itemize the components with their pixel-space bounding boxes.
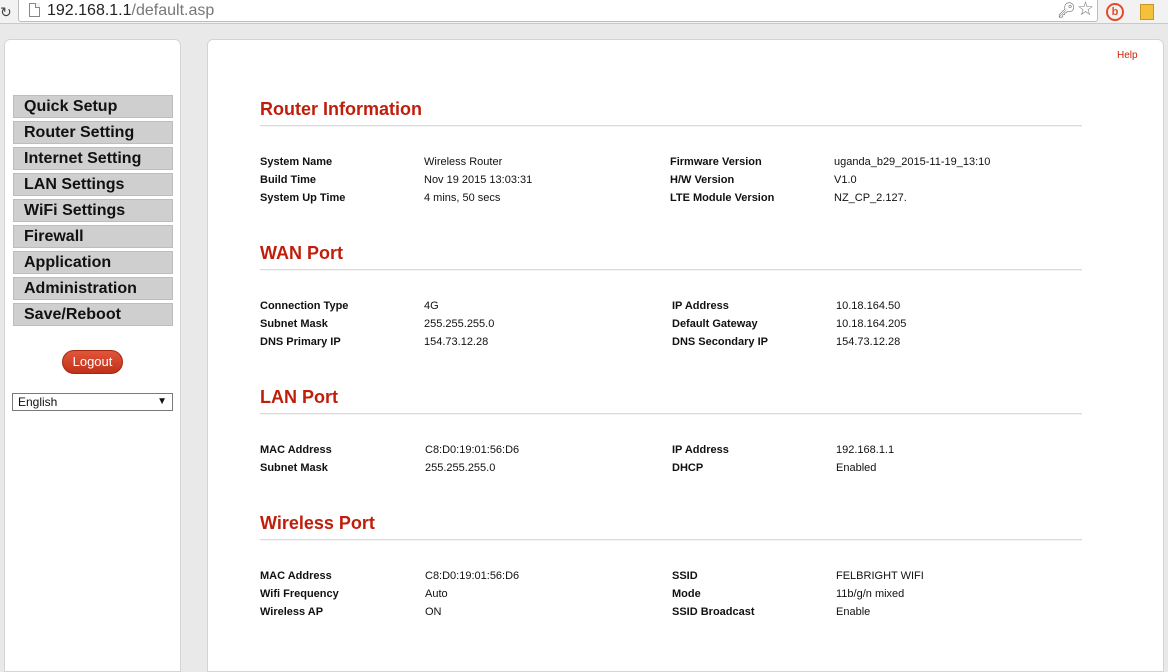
info-value: 10.18.164.50: [836, 300, 901, 312]
help-link[interactable]: Help: [1117, 50, 1138, 61]
info-value: ON: [425, 606, 442, 618]
info-label: SSID: [672, 570, 698, 582]
browser-toolbar: ↻ 192.168.1.1/default.asp 🔑︎ ☆ b: [0, 0, 1168, 24]
info-label: DNS Secondary IP: [672, 336, 768, 348]
section-title-wan-port: WAN Port: [260, 243, 343, 263]
url-path: /default.asp: [131, 2, 215, 19]
info-label: Wifi Frequency: [260, 588, 339, 600]
logout-button[interactable]: Logout: [62, 350, 123, 374]
info-value: 11b/g/n mixed: [836, 588, 905, 600]
sidebar-item-application[interactable]: Application: [13, 251, 173, 274]
info-label: DHCP: [672, 462, 704, 474]
sidebar-item-firewall[interactable]: Firewall: [13, 225, 173, 248]
info-label: MAC Address: [260, 444, 332, 456]
info-value: V1.0: [834, 174, 857, 186]
sidebar-item-save-reboot[interactable]: Save/Reboot: [13, 303, 173, 326]
info-label: Mode: [672, 588, 701, 600]
info-value: C8:D0:19:01:56:D6: [425, 444, 520, 456]
info-label: System Name: [260, 156, 333, 168]
extension-note-icon[interactable]: [1140, 4, 1154, 20]
info-value: FELBRIGHT WIFI: [836, 570, 924, 582]
info-label: IP Address: [672, 300, 729, 312]
info-value: Enabled: [836, 462, 877, 474]
key-icon[interactable]: 🔑︎: [1057, 2, 1076, 20]
info-value: 4G: [424, 300, 439, 312]
info-label: Build Time: [260, 174, 317, 186]
info-value: 255.255.255.0: [424, 318, 495, 330]
section-divider: [260, 539, 1082, 541]
sidebar: Quick Setup Router Setting Internet Sett…: [4, 39, 181, 672]
info-label: SSID Broadcast: [672, 606, 755, 618]
url-host: 192.168.1.1: [47, 2, 132, 19]
info-value: 154.73.12.28: [836, 336, 901, 348]
section-divider: [260, 413, 1082, 415]
section-title-wireless-port: Wireless Port: [260, 513, 375, 533]
reload-icon[interactable]: ↻: [0, 3, 12, 21]
info-label: Firmware Version: [670, 156, 762, 168]
sidebar-item-router-setting[interactable]: Router Setting: [13, 121, 173, 144]
sidebar-item-wifi-settings[interactable]: WiFi Settings: [13, 199, 173, 222]
section-title-router-information: Router Information: [260, 99, 422, 119]
main-panel: Help Router Information System Name Wire…: [207, 39, 1164, 672]
info-value: uganda_b29_2015-11-19_13:10: [834, 156, 991, 168]
info-label: DNS Primary IP: [260, 336, 341, 348]
info-value: 154.73.12.28: [424, 336, 489, 348]
info-value: Nov 19 2015 13:03:31: [424, 174, 533, 186]
language-select[interactable]: English ▼: [12, 393, 173, 411]
info-label: MAC Address: [260, 570, 332, 582]
info-label: Connection Type: [260, 300, 349, 312]
info-value: Auto: [425, 588, 448, 600]
dropdown-arrow-icon: ▼: [157, 396, 167, 407]
info-label: Default Gateway: [672, 318, 758, 330]
info-label: System Up Time: [260, 192, 346, 204]
sidebar-item-internet-setting[interactable]: Internet Setting: [13, 147, 173, 170]
bookmark-star-icon[interactable]: ☆: [1077, 0, 1094, 20]
info-value: NZ_CP_2.127.: [834, 192, 907, 204]
sidebar-item-quick-setup[interactable]: Quick Setup: [13, 95, 173, 118]
info-label: LTE Module Version: [670, 192, 775, 204]
section-title-lan-port: LAN Port: [260, 387, 338, 407]
url-text[interactable]: 192.168.1.1/default.asp: [47, 1, 214, 21]
extension-b-icon[interactable]: b: [1106, 3, 1124, 21]
info-label: H/W Version: [670, 174, 735, 186]
info-value: 4 mins, 50 secs: [424, 192, 501, 204]
language-value: English: [18, 395, 58, 409]
page-icon: [29, 3, 40, 17]
info-value: 10.18.164.205: [836, 318, 907, 330]
info-label: IP Address: [672, 444, 729, 456]
sidebar-item-administration[interactable]: Administration: [13, 277, 173, 300]
section-divider: [260, 269, 1082, 271]
info-value: 255.255.255.0: [425, 462, 496, 474]
info-label: Wireless AP: [260, 606, 324, 618]
address-bar[interactable]: 192.168.1.1/default.asp 🔑︎ ☆: [18, 0, 1098, 22]
info-value: 192.168.1.1: [836, 444, 895, 456]
info-value: Wireless Router: [424, 156, 503, 168]
section-divider: [260, 125, 1082, 127]
sidebar-item-lan-settings[interactable]: LAN Settings: [13, 173, 173, 196]
info-value: C8:D0:19:01:56:D6: [425, 570, 520, 582]
info-value: Enable: [836, 606, 871, 618]
info-label: Subnet Mask: [260, 462, 328, 474]
info-label: Subnet Mask: [260, 318, 328, 330]
